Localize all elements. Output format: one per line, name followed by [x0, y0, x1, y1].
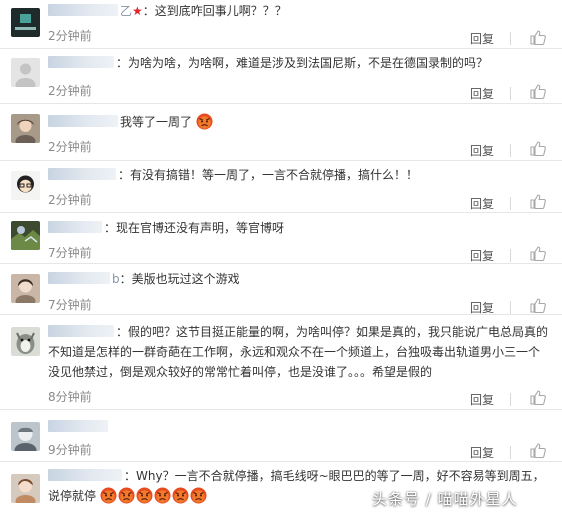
thumbs-up-icon[interactable]	[530, 84, 546, 100]
angry-face-emoji	[154, 487, 171, 504]
reply-button[interactable]: 回复	[470, 30, 494, 47]
comment-text: 我等了一周了	[120, 115, 193, 129]
comment-text: ：美版也玩过这个游戏	[119, 272, 240, 286]
username[interactable]	[48, 4, 118, 16]
separator	[510, 87, 511, 100]
username-tail[interactable]: b	[112, 272, 120, 286]
separator	[510, 301, 511, 314]
separator	[510, 446, 511, 459]
avatar[interactable]	[11, 221, 40, 250]
thumbs-up-icon[interactable]	[530, 298, 546, 314]
avatar[interactable]	[11, 114, 40, 143]
separator	[510, 144, 511, 157]
comment-time: 2分钟前	[48, 29, 92, 43]
reply-button[interactable]: 回复	[470, 142, 494, 159]
angry-face-emoji	[136, 487, 153, 504]
angry-face-emoji	[190, 487, 207, 504]
divider	[0, 212, 562, 213]
avatar[interactable]	[11, 58, 40, 87]
separator	[510, 393, 511, 406]
separator	[510, 249, 511, 262]
comment-time: 2分钟前	[48, 84, 92, 98]
separator	[510, 32, 511, 45]
divider	[0, 461, 562, 462]
avatar[interactable]	[11, 171, 40, 200]
comment-text: ：假的吧？这节目挺正能量的啊，为啥叫停？如果是真的，我只能说广电总局真的不知道是…	[48, 325, 549, 379]
divider	[0, 160, 562, 161]
avatar[interactable]	[11, 327, 40, 356]
avatar[interactable]	[11, 422, 40, 451]
thumbs-up-icon[interactable]	[530, 194, 546, 210]
username[interactable]	[48, 469, 122, 481]
divider	[0, 409, 562, 410]
comment-time: 7分钟前	[48, 246, 92, 260]
comment-text: ：有没有搞错！等一周了，一言不合就停播，搞什么！！	[118, 168, 419, 182]
username[interactable]	[48, 115, 118, 127]
thumbs-up-icon[interactable]	[530, 141, 546, 157]
username[interactable]	[48, 56, 114, 68]
username[interactable]	[48, 221, 102, 233]
username[interactable]	[48, 325, 114, 337]
angry-face-emoji	[100, 487, 117, 504]
reply-button[interactable]: 回复	[470, 247, 494, 264]
comment-time: 9分钟前	[48, 443, 92, 457]
thumbs-up-icon[interactable]	[530, 390, 546, 406]
thumbs-up-icon[interactable]	[530, 246, 546, 262]
avatar[interactable]	[11, 8, 40, 37]
separator	[510, 197, 511, 210]
star-icon: ★	[132, 4, 143, 18]
angry-face-emoji	[196, 113, 213, 130]
divider	[0, 263, 562, 264]
thumbs-up-icon[interactable]	[530, 30, 546, 46]
watermark: 头条号 / 喵喵外星人	[372, 490, 518, 508]
reply-button[interactable]: 回复	[470, 444, 494, 461]
angry-face-emoji	[118, 487, 135, 504]
avatar[interactable]	[11, 474, 40, 503]
avatar[interactable]	[11, 274, 40, 303]
thumbs-up-icon[interactable]	[530, 443, 546, 459]
reply-button[interactable]: 回复	[470, 391, 494, 408]
comment-text: ：为啥为啥，为啥啊，难道是涉及到法国尼斯，不是在德国录制的吗？	[116, 56, 489, 70]
comment-text: ：这到底咋回事儿啊？？？	[142, 4, 287, 18]
username-tail[interactable]: 乙	[120, 4, 132, 18]
comment-time: 7分钟前	[48, 298, 92, 312]
username[interactable]	[48, 168, 116, 180]
reply-button[interactable]: 回复	[470, 85, 494, 102]
reply-button[interactable]: 回复	[470, 195, 494, 212]
comment-time: 8分钟前	[48, 390, 92, 404]
comment-time: 2分钟前	[48, 193, 92, 207]
divider	[0, 314, 562, 315]
username[interactable]	[48, 420, 108, 432]
username[interactable]	[48, 272, 110, 284]
comment-time: 2分钟前	[48, 140, 92, 154]
divider	[0, 48, 562, 49]
divider	[0, 103, 562, 104]
comment-text: ：现在官博还没有声明，等官博呀	[104, 221, 285, 235]
angry-face-emoji	[172, 487, 189, 504]
